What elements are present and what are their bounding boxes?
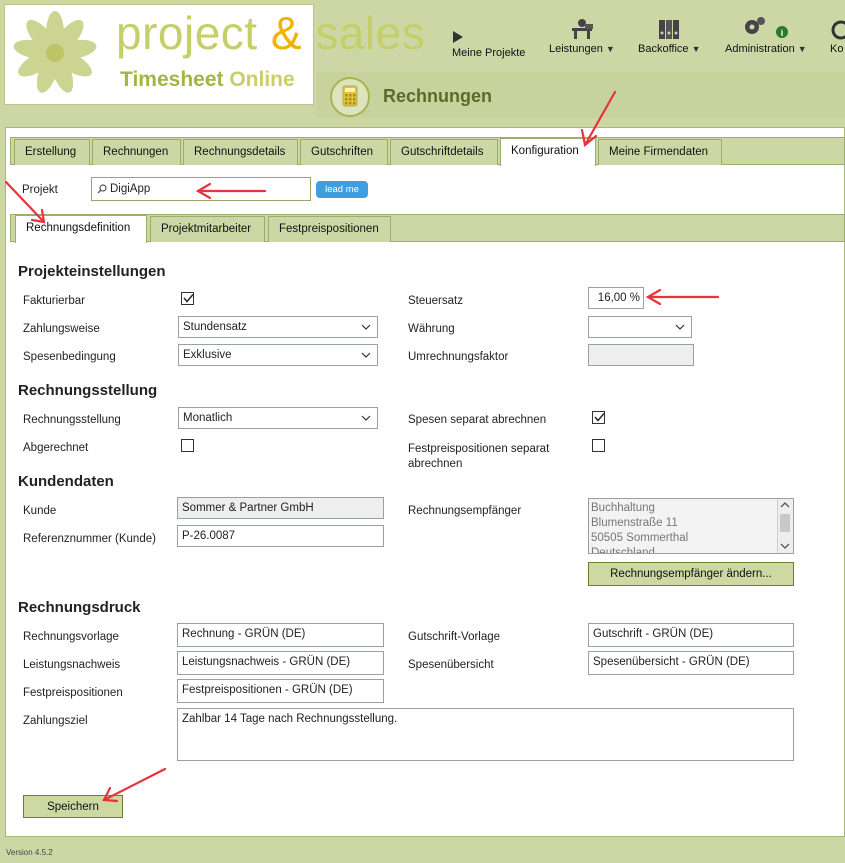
rechnungsstellung-label: Rechnungsstellung <box>23 414 121 426</box>
kunde-label: Kunde <box>23 505 57 517</box>
calculator-icon <box>330 77 370 117</box>
umrechnungsfaktor-label: Umrechnungsfaktor <box>408 351 509 363</box>
festpreispositionen-label: Festpreispositionen <box>23 687 123 699</box>
chevron-down-icon: ▼ <box>605 44 615 54</box>
rechnungsempfaenger-textarea[interactable]: Buchhaltung Blumenstraße 11 50505 Sommer… <box>588 498 794 554</box>
zahlungsweise-select[interactable]: Stundensatz <box>178 316 378 338</box>
recipient-line: 50505 Sommerthal <box>591 532 689 544</box>
festpreis-separat-label: Festpreispositionen separat abrechnen <box>408 443 550 470</box>
festpreispositionen-field[interactable]: Festpreispositionen - GRÜN (DE) <box>177 679 384 703</box>
zahlungsweise-label: Zahlungsweise <box>23 323 100 335</box>
recipient-line: Deutschland <box>591 547 655 554</box>
leistungsnachweis-field[interactable]: Leistungsnachweis - GRÜN (DE) <box>177 651 384 675</box>
nav-administration[interactable]: i Administration ▼ <box>725 14 807 55</box>
zahlungsziel-label: Zahlungsziel <box>23 715 88 727</box>
subtab-rechnungsdefinition[interactable]: Rechnungsdefinition <box>15 215 147 243</box>
subtab-festpreispositionen[interactable]: Festpreispositionen <box>268 216 391 242</box>
gears-icon: i <box>725 14 807 40</box>
rechnungsempfaenger-label: Rechnungsempfänger <box>408 505 522 517</box>
spesenuebersicht-label: Spesenübersicht <box>408 659 494 671</box>
subtab-projektmitarbeiter[interactable]: Projektmitarbeiter <box>150 216 265 242</box>
spesen-separat-checkbox[interactable] <box>592 411 605 424</box>
referenznummer-label: Referenznummer (Kunde) <box>23 533 156 545</box>
lead-me-button[interactable]: lead me <box>316 181 368 198</box>
recipient-line: Blumenstraße 11 <box>591 517 678 529</box>
tab-gutschriften[interactable]: Gutschriften <box>300 139 388 165</box>
nav-leistungen[interactable]: Leistungen ▼ <box>549 14 615 55</box>
section-title-rechnungsstellung: Rechnungsstellung <box>18 382 158 399</box>
binders-icon <box>638 14 701 40</box>
kunde-field[interactable]: Sommer & Partner GmbH <box>177 497 384 519</box>
spesenuebersicht-field[interactable]: Spesenübersicht - GRÜN (DE) <box>588 651 794 675</box>
spesen-separat-label: Spesen separat abrechnen <box>408 414 547 426</box>
gutschrift-vorlage-field[interactable]: Gutschrift - GRÜN (DE) <box>588 623 794 647</box>
nav-backoffice[interactable]: Backoffice ▼ <box>638 14 701 55</box>
rechnungsempfaenger-aendern-button[interactable]: Rechnungsempfänger ändern... <box>588 562 794 586</box>
search-icon <box>97 184 107 194</box>
tab-rechnungen[interactable]: Rechnungen <box>92 139 181 165</box>
rechnungsstellung-select[interactable]: Monatlich <box>178 407 378 429</box>
chevron-down-icon <box>361 324 371 330</box>
tab-meine-firmendaten[interactable]: Meine Firmendaten <box>598 139 722 165</box>
section-title-projekteinstellungen: Projekteinstellungen <box>18 263 166 280</box>
waehrung-select[interactable] <box>588 316 692 338</box>
svg-text:i: i <box>781 28 784 38</box>
footer <box>0 838 845 863</box>
fakturierbar-checkbox[interactable] <box>181 292 194 305</box>
projekt-label: Projekt <box>22 184 58 196</box>
tab-erstellung[interactable]: Erstellung <box>14 139 90 165</box>
leistungsnachweis-label: Leistungsnachweis <box>23 659 121 671</box>
umrechnungsfaktor-field[interactable] <box>588 344 694 366</box>
section-title-rechnungsdruck: Rechnungsdruck <box>18 599 141 616</box>
chevron-down-icon: ▼ <box>797 44 807 54</box>
settings-icon <box>830 14 845 40</box>
spesenbedingung-select[interactable]: Exklusive <box>178 344 378 366</box>
zahlungsziel-textarea[interactable]: Zahlbar 14 Tage nach Rechnungsstellung. <box>177 708 794 761</box>
projekt-search-input[interactable]: DigiApp <box>91 177 311 201</box>
check-icon <box>183 294 194 303</box>
rechnungsvorlage-label: Rechnungsvorlage <box>23 631 119 643</box>
brand-name: project & sales <box>116 7 426 59</box>
steuersatz-label: Steuersatz <box>408 295 463 307</box>
referenznummer-field[interactable]: P-26.0087 <box>177 525 384 547</box>
chevron-down-icon <box>675 324 685 330</box>
spesenbedingung-label: Spesenbedingung <box>23 351 116 363</box>
scrollbar[interactable] <box>777 499 793 553</box>
play-icon <box>452 18 525 44</box>
save-button[interactable]: Speichern <box>23 795 123 818</box>
recipient-line: Buchhaltung <box>591 502 655 514</box>
version-label: Version 4.5.2 <box>6 848 53 857</box>
chevron-down-icon: ▼ <box>691 44 701 54</box>
abgerechnet-label: Abgerechnet <box>23 442 89 454</box>
section-title-kundendaten: Kundendaten <box>18 473 114 490</box>
tab-konfiguration[interactable]: Konfiguration <box>500 138 596 166</box>
abgerechnet-checkbox[interactable] <box>181 439 194 452</box>
festpreis-separat-checkbox[interactable] <box>592 439 605 452</box>
steuersatz-field[interactable]: 16,00 % <box>588 287 644 309</box>
worker-desk-icon <box>549 14 615 40</box>
brand-subtitle: Timesheet Online <box>120 68 295 91</box>
rechnungsvorlage-field[interactable]: Rechnung - GRÜN (DE) <box>177 623 384 647</box>
nav-more[interactable]: Ko <box>830 14 845 55</box>
fakturierbar-label: Fakturierbar <box>23 295 85 307</box>
flower-logo-icon <box>13 11 97 93</box>
chevron-down-icon <box>361 352 371 358</box>
page-title: Rechnungen <box>383 86 493 106</box>
gutschrift-vorlage-label: Gutschrift-Vorlage <box>408 631 501 643</box>
tab-gutschriftdetails[interactable]: Gutschriftdetails <box>390 139 498 165</box>
chevron-down-icon <box>361 415 371 421</box>
waehrung-label: Währung <box>408 323 455 335</box>
check-icon <box>594 413 605 422</box>
nav-meine-projekte[interactable]: Meine Projekte <box>452 18 525 59</box>
tab-rechnungsdetails[interactable]: Rechnungsdetails <box>183 139 298 165</box>
